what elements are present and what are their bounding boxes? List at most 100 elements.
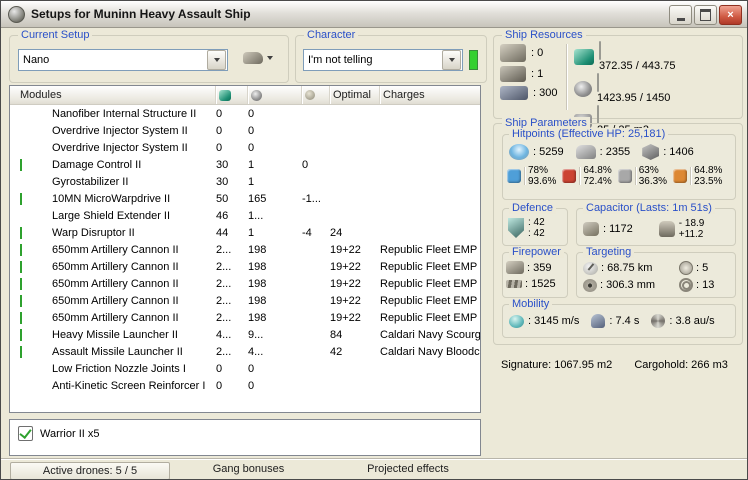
resist-value-1: 63% <box>638 165 659 176</box>
module-cpu: 0 <box>216 107 223 120</box>
module-powergrid: 198 <box>248 277 267 290</box>
module-charge: Republic Fleet EMP M <box>380 260 480 273</box>
ship-resources-label: Ship Resources <box>502 29 586 41</box>
module-row[interactable]: 10MN MicroWarpdrive II 50 165 -1... <box>10 190 480 207</box>
module-optimal: 19+22 <box>330 277 361 290</box>
gang-bonuses-tab[interactable]: Gang bonuses <box>181 463 316 475</box>
active-drones-label: Active drones: 5 / 5 <box>42 465 138 477</box>
module-row[interactable]: Overdrive Injector System II 0 0 <box>10 139 480 156</box>
character-value: I'm not telling <box>308 54 373 66</box>
module-powergrid: 198 <box>248 294 267 307</box>
module-cap: -4 <box>302 226 312 239</box>
drone-checkbox[interactable] <box>18 426 33 441</box>
hull-hp-icon <box>642 144 660 160</box>
ship-icon <box>243 52 263 64</box>
module-charge: Republic Fleet EMP M <box>380 243 480 256</box>
module-row[interactable]: Damage Control II 30 1 0 <box>10 156 480 173</box>
module-powergrid: 1 <box>248 226 255 239</box>
module-row[interactable]: Gyrostabilizer II 30 1 <box>10 173 480 190</box>
module-row[interactable]: 650mm Artillery Cannon II 2... 198 19+22… <box>10 292 480 309</box>
cpu-column-icon[interactable] <box>216 86 248 104</box>
module-row[interactable]: Warp Disruptor II 44 1 -4 24 <box>10 224 480 241</box>
signature-value: Signature: 1067.95 m2 <box>501 359 613 371</box>
module-name: Heavy Missile Launcher II <box>52 328 178 341</box>
modules-column-header[interactable]: Modules <box>10 86 216 104</box>
chevron-down-icon[interactable] <box>442 50 461 70</box>
ship-resources-group: Ship Resources : 0 : 1 : 300 372.35 / 44… <box>493 29 743 136</box>
defence-value-1: : 42 <box>528 217 545 228</box>
current-setup-group: Current Setup Nano <box>9 29 289 83</box>
module-row[interactable]: 650mm Artillery Cannon II 2... 198 19+22… <box>10 258 480 275</box>
module-name: Large Shield Extender II <box>52 209 171 222</box>
minimize-button[interactable] <box>669 5 692 25</box>
maximize-icon <box>700 9 711 21</box>
module-name: Overdrive Injector System II <box>52 141 188 154</box>
close-button[interactable]: × <box>719 5 742 25</box>
module-row[interactable]: Assault Missile Launcher II 2... 4... 42… <box>10 343 480 360</box>
modules-header[interactable]: Modules Optimal Charges <box>10 86 480 105</box>
module-row[interactable]: 650mm Artillery Cannon II 2... 198 19+22… <box>10 309 480 326</box>
module-row[interactable]: 650mm Artillery Cannon II 2... 198 19+22… <box>10 241 480 258</box>
module-cpu: 0 <box>216 124 223 137</box>
powergrid-column-icon[interactable] <box>248 86 302 104</box>
module-row[interactable]: Large Shield Extender II 46 1... <box>10 207 480 224</box>
cpu-icon <box>574 49 594 65</box>
maximize-button[interactable] <box>694 5 717 25</box>
cargohold-value: Cargohold: 266 m3 <box>634 359 728 371</box>
module-cpu: 50 <box>216 192 229 205</box>
defence-value-2: : 42 <box>528 228 545 239</box>
module-powergrid: 165 <box>248 192 267 205</box>
module-cpu: 0 <box>216 362 223 375</box>
cpu-value: 372.35 / 443.75 <box>599 60 676 72</box>
module-name: Assault Missile Launcher II <box>52 345 183 358</box>
module-row[interactable]: Heavy Missile Launcher II 4... 9... 84 C… <box>10 326 480 343</box>
module-powergrid: 4... <box>248 345 264 358</box>
drone-item[interactable]: Warrior II x5 <box>10 420 480 441</box>
optimal-column-header[interactable]: Optimal <box>330 86 380 104</box>
module-optimal: 19+22 <box>330 294 361 307</box>
turret-hardpoints-icon <box>500 44 526 62</box>
turret-hardpoints-value: : 0 <box>531 47 544 59</box>
resist-value-2: 72.4% <box>583 176 612 187</box>
character-label: Character <box>304 29 359 41</box>
module-row[interactable]: Overdrive Injector System II 0 0 <box>10 122 480 139</box>
projected-effects-tab[interactable]: Projected effects <box>333 463 483 475</box>
targeting-group: Targeting : 68.75 km : 5 : 306.3 mm : 13 <box>576 246 736 298</box>
hull-hp-value: : 1406 <box>663 146 694 158</box>
character-dropdown[interactable]: I'm not telling <box>303 49 463 71</box>
align-time-icon <box>591 314 606 328</box>
module-row[interactable]: Nanofiber Internal Structure II 0 0 <box>10 105 480 122</box>
active-drones-button[interactable]: Active drones: 5 / 5 <box>10 462 170 479</box>
module-name: 650mm Artillery Cannon II <box>52 294 179 307</box>
ship-menu-button[interactable] <box>238 49 278 67</box>
max-velocity-value: : 3145 m/s <box>528 315 580 327</box>
module-cpu: 2... <box>216 345 232 358</box>
module-row[interactable]: Low Friction Nozzle Joints I 0 0 <box>10 360 480 377</box>
max-velocity-icon <box>509 314 524 328</box>
titlebar[interactable]: Setups for Muninn Heavy Assault Ship × <box>1 1 747 28</box>
sensor-strength-icon <box>679 278 693 292</box>
module-optimal: 19+22 <box>330 311 361 324</box>
capacitor-delta-icon <box>658 221 675 237</box>
module-powergrid: 198 <box>248 243 267 256</box>
module-row[interactable]: Anti-Kinetic Screen Reinforcer I 0 0 <box>10 377 480 394</box>
statusbar: Active drones: 5 / 5 Gang bonuses Projec… <box>1 459 747 479</box>
module-row[interactable]: 650mm Artillery Cannon II 2... 198 19+22… <box>10 275 480 292</box>
capacitor-column-icon[interactable] <box>302 86 330 104</box>
charges-column-header[interactable]: Charges <box>380 86 480 104</box>
max-targets-value: : 5 <box>696 262 709 274</box>
character-group: Character I'm not telling <box>295 29 487 83</box>
powergrid-icon <box>574 81 592 97</box>
max-targets-icon <box>679 261 693 275</box>
capacitor-group: Capacitor (Lasts: 1m 51s) : 1172 - 18.9 +… <box>576 202 736 246</box>
chevron-down-icon[interactable] <box>207 50 226 70</box>
firepower-group: Firepower : 359 : 1525 <box>502 246 568 298</box>
shield-hp-value: : 5259 <box>533 146 564 158</box>
module-cpu: 4... <box>216 328 232 341</box>
targeting-label: Targeting <box>583 246 635 258</box>
minimize-icon <box>676 17 685 21</box>
calibration-value: : 300 <box>533 87 558 99</box>
current-setup-dropdown[interactable]: Nano <box>18 49 228 71</box>
hitpoints-group: Hitpoints (Effective HP: 25,181) : 5259 … <box>502 128 736 200</box>
defence-label: Defence <box>509 202 556 214</box>
